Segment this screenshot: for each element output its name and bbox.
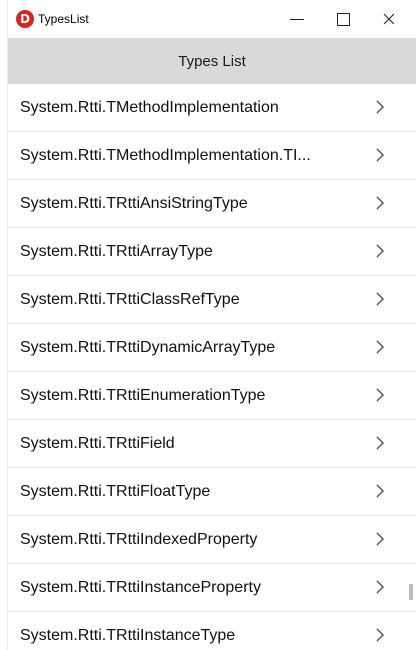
list-item-label: System.Rtti.TRttiField: [20, 435, 175, 452]
list-item[interactable]: System.Rtti.TRttiInstanceType: [8, 612, 416, 650]
list-item-label: System.Rtti.TMethodImplementation.TI...: [20, 147, 311, 164]
chevron-right-icon: [376, 388, 385, 402]
delphi-app-icon[interactable]: D: [16, 10, 34, 28]
list-header: Types List: [8, 38, 416, 84]
list-item-label: System.Rtti.TRttiInstanceProperty: [20, 579, 261, 596]
header-title: Types List: [178, 52, 246, 70]
chevron-right-icon: [376, 580, 385, 594]
chevron-right-icon: [376, 196, 385, 210]
list-item-label: System.Rtti.TRttiIndexedProperty: [20, 531, 258, 548]
minimize-button[interactable]: [274, 0, 320, 38]
title-bar[interactable]: D TypesList: [8, 0, 416, 38]
list-item-label: System.Rtti.TRttiAnsiStringType: [20, 195, 248, 212]
list-item[interactable]: System.Rtti.TRttiArrayType: [8, 228, 416, 276]
chevron-right-icon: [376, 244, 385, 258]
app-icon-letter: D: [20, 12, 30, 26]
chevron-right-icon: [376, 436, 385, 450]
chevron-right-icon: [376, 292, 385, 306]
list-item-label: System.Rtti.TRttiClassRefType: [20, 291, 240, 308]
close-button[interactable]: [366, 0, 412, 38]
list-item[interactable]: System.Rtti.TRttiAnsiStringType: [8, 180, 416, 228]
minimize-icon: [290, 18, 304, 20]
list-item[interactable]: System.Rtti.TRttiDynamicArrayType: [8, 324, 416, 372]
chevron-right-icon: [376, 484, 385, 498]
list-item[interactable]: System.Rtti.TMethodImplementation.TI...: [8, 132, 416, 180]
chevron-right-icon: [376, 532, 385, 546]
chevron-right-icon: [376, 628, 385, 642]
list-item[interactable]: System.Rtti.TRttiClassRefType: [8, 276, 416, 324]
list-item-label: System.Rtti.TMethodImplementation: [20, 99, 279, 116]
chevron-right-icon: [376, 340, 385, 354]
scrollbar-thumb[interactable]: [409, 584, 413, 600]
chevron-right-icon: [376, 100, 385, 114]
window-title: TypesList: [38, 12, 89, 26]
maximize-icon: [336, 12, 350, 26]
list-item[interactable]: System.Rtti.TRttiInstanceProperty: [8, 564, 416, 612]
window-left-edge: [0, 0, 8, 650]
list-item-label: System.Rtti.TRttiArrayType: [20, 243, 213, 260]
list-item[interactable]: System.Rtti.TRttiIndexedProperty: [8, 516, 416, 564]
list-item[interactable]: System.Rtti.TRttiFloatType: [8, 468, 416, 516]
list-item-label: System.Rtti.TRttiInstanceType: [20, 627, 236, 644]
list-item[interactable]: System.Rtti.TMethodImplementation: [8, 84, 416, 132]
app-window: D TypesList Types List System.Rtti.TMeth…: [0, 0, 416, 650]
chevron-right-icon: [376, 148, 385, 162]
list-item-label: System.Rtti.TRttiDynamicArrayType: [20, 339, 276, 356]
list-item-label: System.Rtti.TRttiFloatType: [20, 483, 211, 500]
types-list[interactable]: System.Rtti.TMethodImplementation System…: [8, 84, 416, 650]
list-item-label: System.Rtti.TRttiEnumerationType: [20, 387, 266, 404]
list-item[interactable]: System.Rtti.TRttiEnumerationType: [8, 372, 416, 420]
list-item[interactable]: System.Rtti.TRttiField: [8, 420, 416, 468]
close-icon: [383, 13, 395, 25]
maximize-button[interactable]: [320, 0, 366, 38]
